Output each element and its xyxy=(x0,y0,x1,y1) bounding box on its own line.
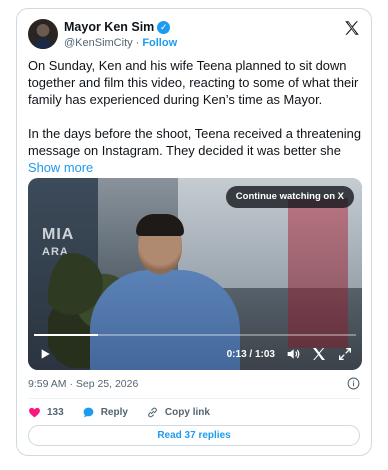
avatar[interactable] xyxy=(28,19,58,49)
tweet-paragraph-2-text: In the days before the shoot, Teena rece… xyxy=(28,126,362,158)
tweet-text: On Sunday, Ken and his wife Teena planne… xyxy=(28,57,364,176)
like-action[interactable]: 133 xyxy=(28,406,64,419)
handle-line: @KenSimCity · Follow xyxy=(64,37,177,49)
handle[interactable]: @KenSimCity xyxy=(64,37,133,49)
heart-icon xyxy=(29,407,40,417)
x-small-icon[interactable] xyxy=(311,346,327,362)
verified-badge-icon: ✓ xyxy=(157,20,171,34)
video-person-hair xyxy=(136,214,184,236)
reply-icon xyxy=(83,407,94,417)
tweet-paragraph-2: In the days before the shoot, Teena rece… xyxy=(28,125,364,176)
tweet-header: Mayor Ken Sim ✓ @KenSimCity · Follow xyxy=(28,19,361,59)
video-sign-text-1: MIA xyxy=(42,226,75,243)
video-progress-track[interactable] xyxy=(34,334,356,336)
handle-separator: · xyxy=(135,37,140,49)
divider xyxy=(28,398,360,399)
display-name[interactable]: Mayor Ken Sim xyxy=(64,20,154,34)
expand-icon[interactable] xyxy=(337,346,353,362)
tweet-timestamp[interactable]: 9:59 AM · Sep 25, 2026 xyxy=(28,378,138,390)
read-replies-button[interactable]: Read 37 replies xyxy=(28,425,360,446)
reply-label: Reply xyxy=(100,406,128,418)
tweet-card: Mayor Ken Sim ✓ @KenSimCity · Follow On … xyxy=(16,8,372,456)
video-player[interactable]: MIA ARA Continue watching on X 0:13 / 1:… xyxy=(28,178,362,370)
show-more-link[interactable]: Show more xyxy=(28,160,93,175)
video-time-readout: 0:13 / 1:03 xyxy=(226,348,275,360)
volume-icon[interactable] xyxy=(285,346,301,362)
video-controls: 0:13 / 1:03 xyxy=(28,338,362,370)
like-count: 133 xyxy=(47,406,64,418)
reply-action[interactable]: Reply xyxy=(82,406,128,419)
video-bg-banner xyxy=(288,198,348,348)
name-line: Mayor Ken Sim ✓ xyxy=(64,20,171,34)
continue-watching-button[interactable]: Continue watching on X xyxy=(225,186,354,208)
action-bar: 133 Reply Copy link xyxy=(28,403,228,421)
copy-link-action[interactable]: Copy link xyxy=(146,406,210,419)
x-logo-icon[interactable] xyxy=(343,19,361,37)
info-icon[interactable] xyxy=(347,377,360,390)
link-icon xyxy=(148,407,157,417)
follow-button[interactable]: Follow xyxy=(142,37,177,49)
play-icon[interactable] xyxy=(37,346,53,362)
video-progress-fill xyxy=(34,334,99,336)
copy-link-label: Copy link xyxy=(164,406,210,418)
tweet-paragraph-1: On Sunday, Ken and his wife Teena planne… xyxy=(28,58,359,107)
